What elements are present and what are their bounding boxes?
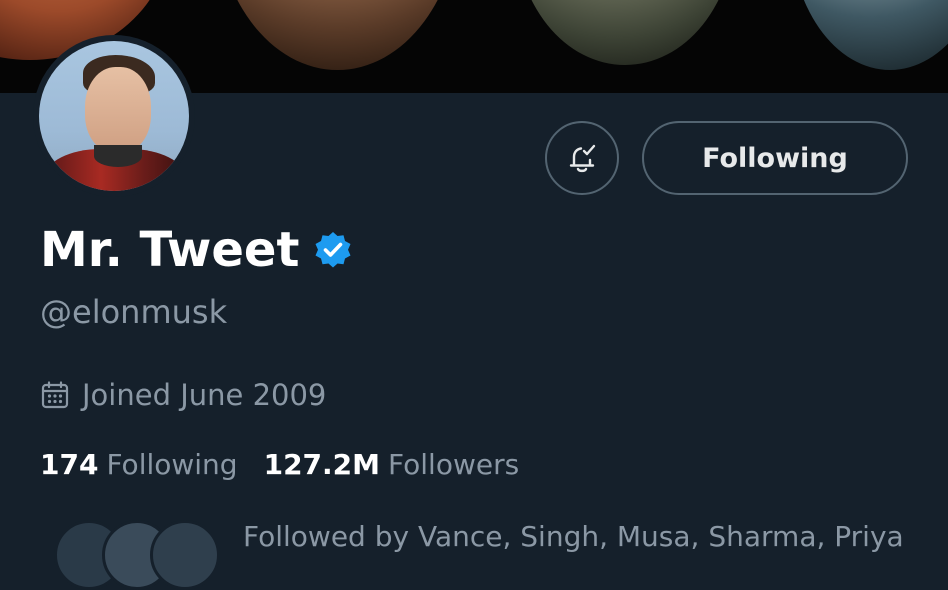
following-count: 174: [40, 448, 99, 481]
profile-name-row: Mr. Tweet: [40, 222, 353, 278]
follower-avatar: [150, 520, 220, 590]
banner-planet-green: [515, 0, 735, 65]
follow-stats: 174 Following 127.2M Followers: [40, 448, 519, 481]
display-name: Mr. Tweet: [40, 222, 300, 278]
following-button-label: Following: [702, 142, 848, 174]
banner-planet-terraforming: [215, 0, 460, 70]
verified-badge-icon[interactable]: [313, 230, 353, 270]
avatar-face: [85, 67, 151, 153]
following-label: Following: [106, 448, 238, 481]
joined-date: Joined June 2009: [82, 378, 327, 412]
avatar-collar: [94, 145, 142, 167]
bell-check-icon: [569, 144, 596, 173]
following-button[interactable]: Following: [642, 121, 908, 195]
calendar-icon: [41, 381, 69, 409]
avatar-image: [39, 41, 189, 191]
followers-label: Followers: [388, 448, 520, 481]
banner-planet-earth: [790, 0, 948, 70]
joined-date-row: Joined June 2009: [40, 378, 326, 412]
profile-avatar[interactable]: [33, 35, 195, 197]
followers-count: 127.2M: [263, 448, 381, 481]
profile-handle: @elonmusk: [40, 293, 228, 331]
following-stat-link[interactable]: 174 Following: [40, 448, 238, 481]
notifications-bell-button[interactable]: [545, 121, 619, 195]
followed-by-text: Followed by Vance, Singh, Musa, Sharma, …: [243, 520, 904, 553]
followers-stat-link[interactable]: 127.2M Followers: [264, 448, 520, 481]
followed-by-row[interactable]: Followed by Vance, Singh, Musa, Sharma, …: [40, 512, 940, 590]
